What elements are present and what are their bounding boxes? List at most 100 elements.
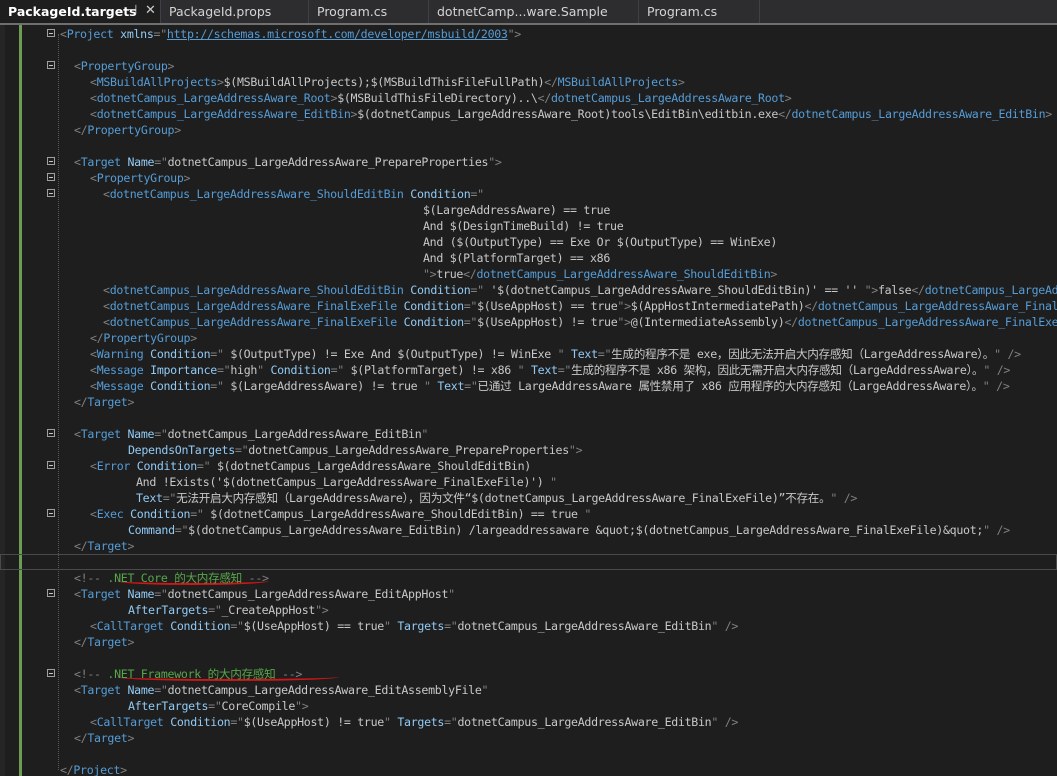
code-line[interactable] [0,746,1057,762]
code-line[interactable] [0,410,1057,426]
code-token: > [167,59,175,73]
code-line[interactable]: <!-- .NET Framework 的大内存感知 --> [0,666,1057,682]
close-icon[interactable]: ✕ [145,3,156,18]
code-token: </ [90,331,104,345]
code-token: =" [463,315,478,329]
code-token: Text [437,379,465,393]
tab-sample-project[interactable]: dotnetCamp...ware.Sample [429,0,639,23]
code-line[interactable]: <PropertyGroup> [0,170,1057,186]
code-line[interactable]: DependsOnTargets="dotnetCampus_LargeAddr… [0,442,1057,458]
code-text: <dotnetCampus_LargeAddressAware_FinalExe… [103,298,1057,314]
code-text: <!-- .NET Framework 的大内存感知 --> [74,666,302,682]
code-line[interactable]: <PropertyGroup> [0,58,1057,74]
code-line[interactable] [0,650,1057,666]
code-token: =" [464,379,478,393]
code-line[interactable]: <dotnetCampus_LargeAddressAware_FinalExe… [0,298,1057,314]
tab-program-cs[interactable]: Program.cs [309,0,429,23]
collapse-icon[interactable] [47,461,55,469]
code-line[interactable]: </PropertyGroup> [0,122,1057,138]
code-token: Project [73,763,121,776]
code-token: dotnetCampus_LargeAddressAware_Root [550,91,785,105]
collapse-icon[interactable] [47,173,55,181]
collapse-icon[interactable] [47,429,55,437]
code-line[interactable]: <Target Name="dotnetCampus_LargeAddressA… [0,682,1057,698]
code-line[interactable]: <Message Importance="high" Condition=" $… [0,362,1057,378]
code-line[interactable]: <MSBuildAllProjects>$(MSBuildAllProjects… [0,74,1057,90]
code-line[interactable]: <Exec Condition=" $(dotnetCampus_LargeAd… [0,506,1057,522]
code-line[interactable]: AfterTargets="_CreateAppHost"> [0,602,1057,618]
code-line[interactable]: ">true</dotnetCampus_LargeAddressAware_S… [0,266,1057,282]
code-text: <MSBuildAllProjects>$(MSBuildAllProjects… [90,74,685,90]
code-token: Target [87,539,128,553]
code-line[interactable]: <Project xmlns="http://schemas.microsoft… [0,26,1057,42]
code-token: " [421,427,429,441]
tab-packageid-targets[interactable]: PackageId.targets ⊣ ✕ [0,0,161,23]
code-line[interactable] [0,42,1057,58]
code-token: " /> [983,523,1010,537]
code-line[interactable]: </Target> [0,538,1057,554]
code-line[interactable]: $(LargeAddressAware) == true [0,202,1057,218]
code-token: Target [80,683,121,697]
code-line[interactable]: </Target> [0,634,1057,650]
code-line[interactable]: <Target Name="dotnetCampus_LargeAddressA… [0,154,1057,170]
code-text: ">true</dotnetCampus_LargeAddressAware_S… [423,266,777,282]
code-line[interactable]: And ($(OutputType) == Exe Or $(OutputTyp… [0,234,1057,250]
code-token: dotnetCampus_LargeAddressAware_PreparePr… [248,443,569,457]
code-line[interactable] [0,554,1057,570]
collapse-icon[interactable] [47,589,55,597]
code-line[interactable]: </Target> [0,394,1057,410]
code-line[interactable]: <CallTarget Condition="$(UseAppHost) != … [0,714,1057,730]
collapse-icon[interactable] [47,29,55,37]
code-line[interactable]: <Target Name="dotnetCampus_LargeAddressA… [0,586,1057,602]
collapse-icon[interactable] [47,157,55,165]
code-line[interactable]: <Message Condition=" $(LargeAddressAware… [0,378,1057,394]
code-token: =" [470,283,484,297]
code-token: dotnetCampus_LargeAddressAware_ShouldEdi… [109,187,404,201]
code-token: "> [315,603,329,617]
collapse-icon[interactable] [47,509,55,517]
code-line[interactable]: <!-- .NET Core 的大内存感知 --> [0,570,1057,586]
code-line[interactable]: <Target Name="dotnetCampus_LargeAddressA… [0,426,1057,442]
code-token: < [103,315,110,329]
collapse-icon[interactable] [47,669,55,677]
code-token: 无法开启大内存感知（LargeAddressAware），因为文件“$(dotn… [176,491,831,505]
code-line[interactable]: </Target> [0,730,1057,746]
code-token: =" [330,363,345,377]
code-token: Condition [170,715,231,729]
code-line[interactable]: <Error Condition=" $(dotnetCampus_LargeA… [0,458,1057,474]
code-token: $(UseAppHost) == true [477,299,618,313]
code-token: =" [196,459,211,473]
code-editor[interactable]: <Project xmlns="http://schemas.microsoft… [0,25,1057,776]
code-line[interactable]: And $(PlatformTarget) == x86 [0,250,1057,266]
code-line[interactable]: Text="无法开启大内存感知（LargeAddressAware），因为文件“… [0,490,1057,506]
code-token: dotnetCampus_LargeAddressAware_EditAssem… [167,683,482,697]
code-text: <Target Name="dotnetCampus_LargeAddressA… [74,586,455,602]
code-line[interactable] [0,138,1057,154]
code-line[interactable]: <dotnetCampus_LargeAddressAware_EditBin>… [0,106,1057,122]
code-token: true [436,267,464,281]
code-line[interactable]: <Warning Condition=" $(OutputType) != Ex… [0,346,1057,362]
code-line[interactable]: </Project> [0,762,1057,776]
code-token: PropertyGroup [96,171,184,185]
collapse-icon[interactable] [47,61,55,69]
code-token: "> [617,315,631,329]
code-line[interactable]: Command="$(dotnetCampus_LargeAddressAwar… [0,522,1057,538]
code-token: =" [463,299,478,313]
code-token: $(AppHostIntermediatePath) [630,299,805,313]
code-token: =" [230,715,244,729]
tab-packageid-props[interactable]: PackageId.props [161,0,309,23]
code-text: <Project xmlns="http://schemas.microsoft… [60,26,521,42]
code-line[interactable]: AfterTargets="CoreCompile"> [0,698,1057,714]
code-line[interactable]: And $(DesignTimeBuild) != true [0,218,1057,234]
pin-icon[interactable]: ⊣ [126,3,137,18]
code-line[interactable]: <dotnetCampus_LargeAddressAware_Root>$(M… [0,90,1057,106]
code-line[interactable]: <dotnetCampus_LargeAddressAware_ShouldEd… [0,282,1057,298]
tab-program-cs-2[interactable]: Program.cs [639,0,760,23]
collapse-icon[interactable] [47,189,55,197]
code-line[interactable]: And !Exists('$(dotnetCampus_LargeAddress… [0,474,1057,490]
code-line[interactable]: <dotnetCampus_LargeAddressAware_FinalExe… [0,314,1057,330]
code-line[interactable]: <CallTarget Condition="$(UseAppHost) == … [0,618,1057,634]
code-line[interactable]: <dotnetCampus_LargeAddressAware_ShouldEd… [0,186,1057,202]
code-line[interactable]: </PropertyGroup> [0,330,1057,346]
code-token: dotnetCampus_LargeAddressAware_ShouldEdi… [109,283,404,297]
